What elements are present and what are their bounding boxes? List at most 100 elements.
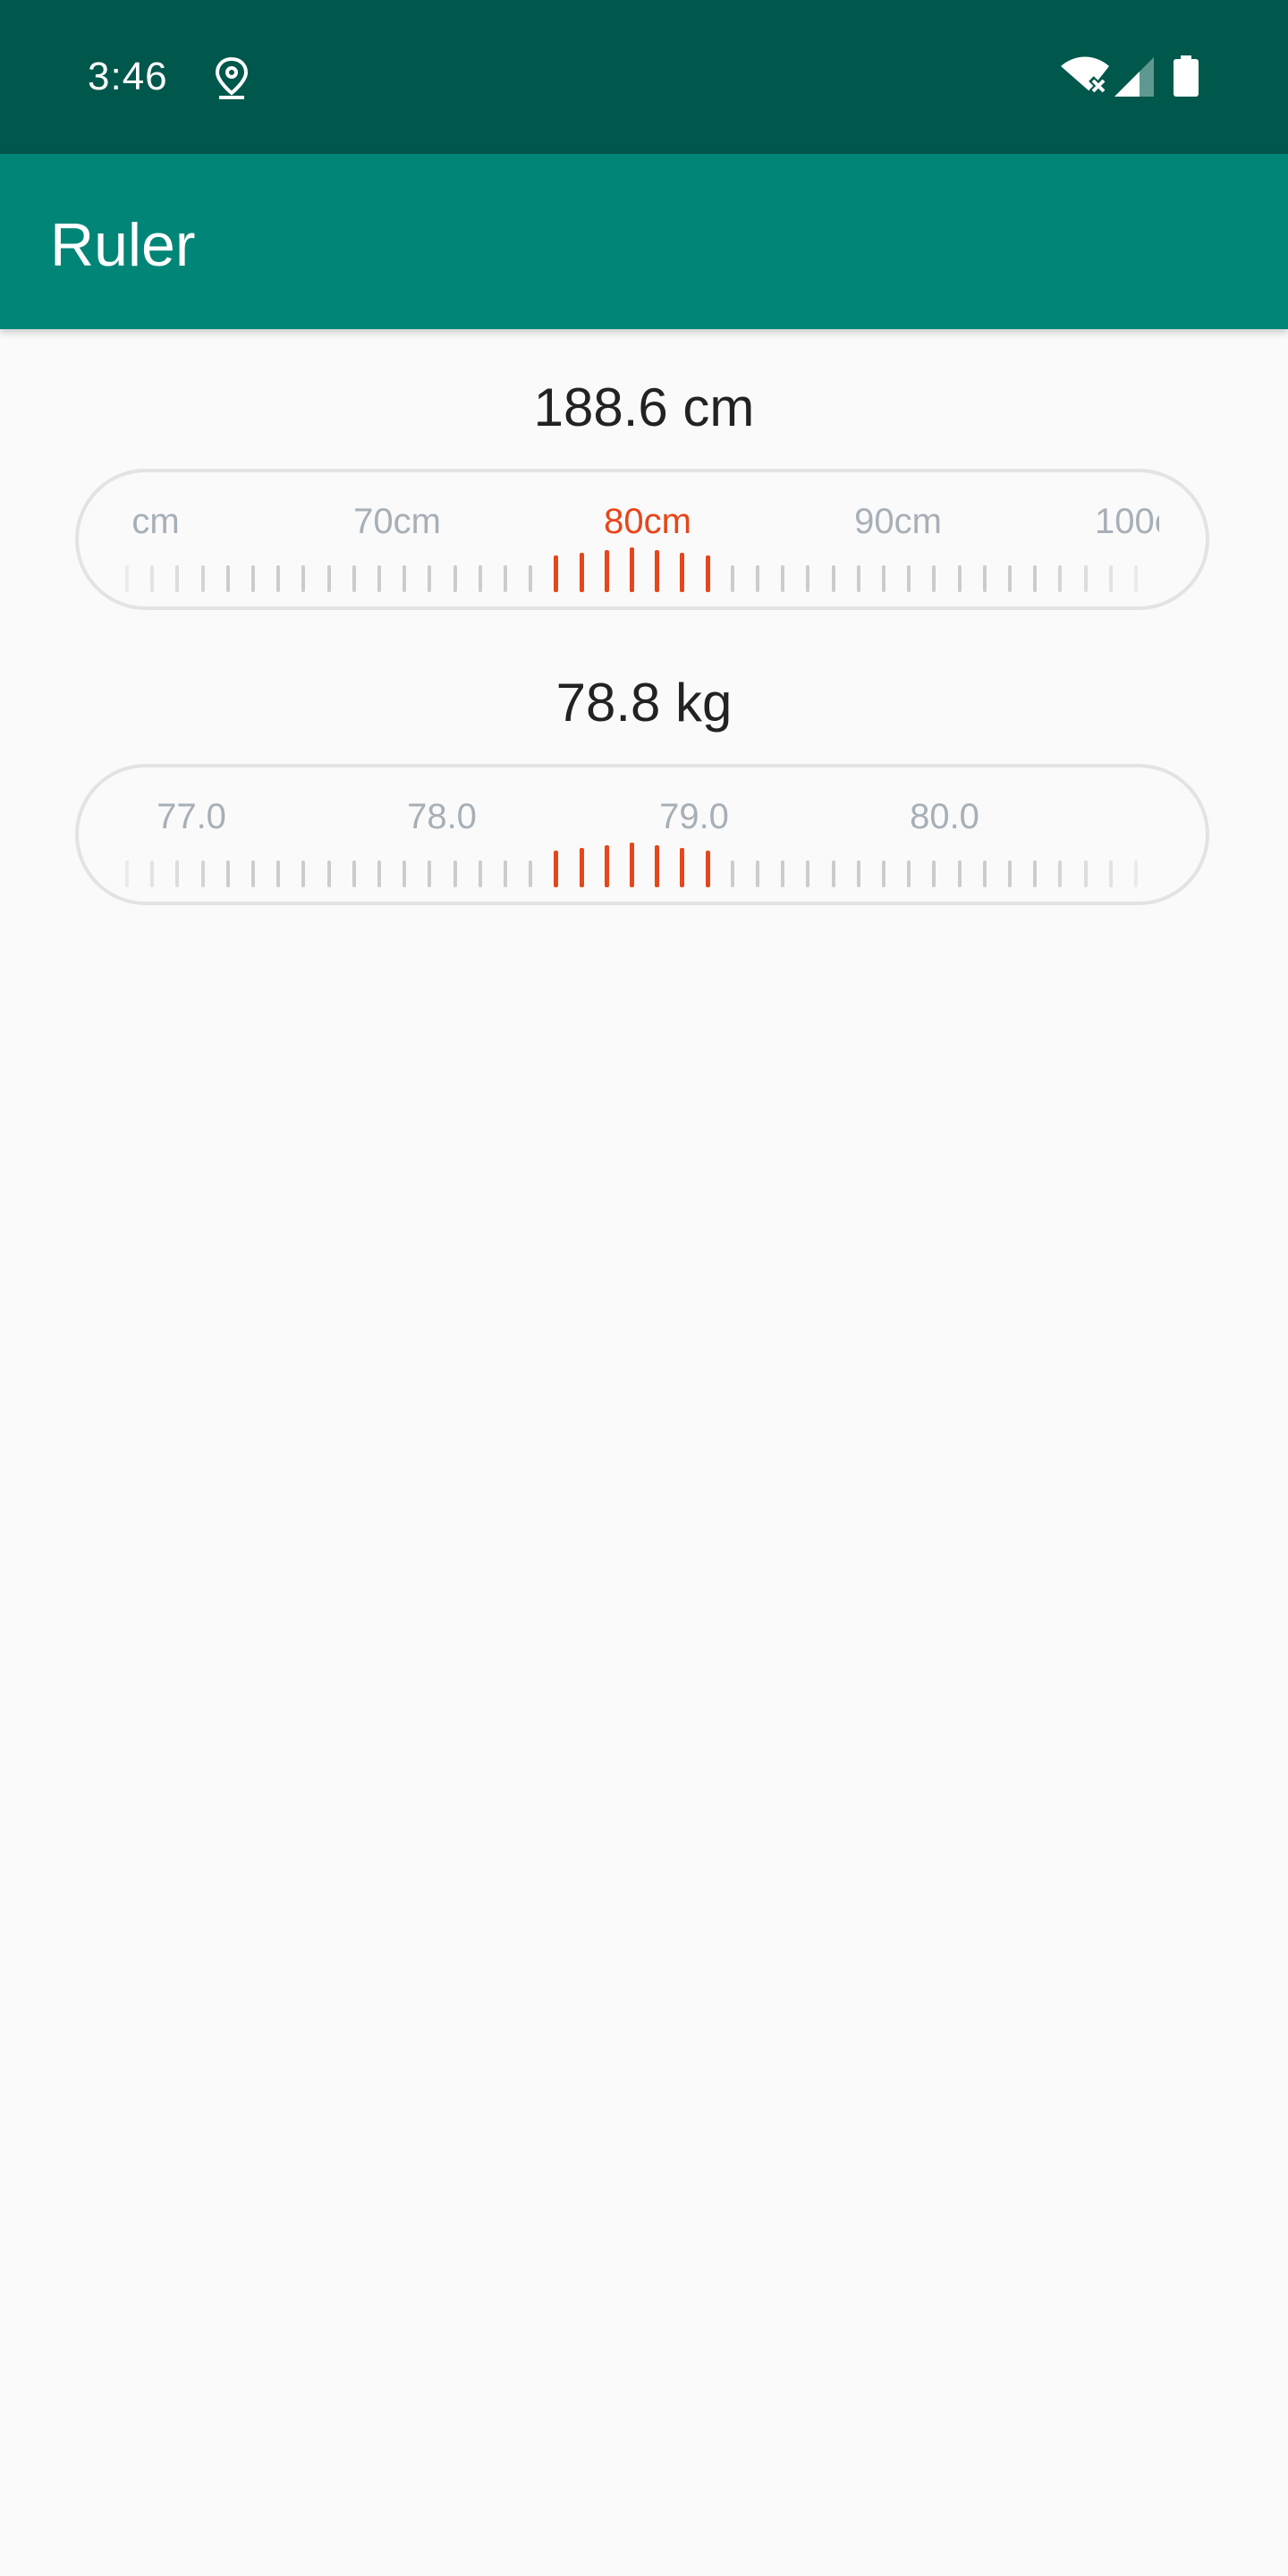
height-ruler-tick-active [680,553,685,592]
weight-ruler-tick [478,860,482,887]
weight-ruler-tick [428,860,432,887]
height-ruler-scale[interactable]: cm 70cm 80cm 90cm 100cm [125,472,1159,606]
weight-reading: 78.8 kg [555,673,733,733]
height-ruler-tick [504,565,507,592]
weight-ruler-tick [831,860,835,887]
height-ruler-tick [1108,565,1113,592]
weight-ruler-tick [225,860,230,887]
app-title: Ruler [50,211,196,279]
weight-ruler-tick [730,860,734,887]
weight-ruler-label: 79.0 [659,797,729,836]
weight-ruler-tick [377,860,381,887]
height-ruler-tick [150,565,155,592]
weight-ruler-tick [1134,860,1138,887]
height-ruler-tick [251,565,255,592]
weight-ruler-tick [276,860,281,887]
height-ruler-tick [1058,565,1063,592]
weight-ruler-tick [504,860,507,887]
height-ruler-label: 100cm [1094,502,1159,541]
weight-ruler-tick [352,860,356,887]
height-ruler-tick [301,565,306,592]
height-ruler-tick [326,565,331,592]
weight-ruler-tick [453,860,457,887]
weight-ruler-tick [200,860,205,887]
height-ruler-label: 70cm [353,502,441,541]
weight-ruler-tick-active [655,845,660,887]
height-ruler-tick [1083,565,1088,592]
weight-ruler[interactable]: 77.0 78.0 79.0 80.0 [75,764,1209,905]
height-ruler-tick-active [630,547,634,592]
height-ruler-tick [982,565,987,592]
height-ruler-tick [276,565,281,592]
weight-ruler-tick [326,860,331,887]
weight-ruler-tick [1058,860,1063,887]
location-icon [215,56,249,99]
weight-ruler-tick [125,860,129,887]
weight-ruler-tick-active [630,843,634,887]
app-bar: Ruler [0,154,1288,329]
height-ruler-tick [377,565,381,592]
weight-ruler-label: 77.0 [157,797,226,836]
cell-signal-icon [1114,57,1154,97]
weight-ruler-tick [1108,860,1113,887]
height-ruler-tick [1033,565,1038,592]
height-ruler-tick-active [655,550,660,592]
height-ruler-tick [907,565,911,592]
weight-ruler-tick [301,860,306,887]
height-ruler-tick-active [705,555,710,592]
height-ruler-tick [225,565,230,592]
weight-ruler-label: 80.0 [910,797,979,836]
weight-ruler-tick [982,860,987,887]
height-ruler-tick [957,565,962,592]
height-ruler-tick [125,565,129,592]
weight-ruler-tick [1008,860,1012,887]
height-ruler-tick [781,565,785,592]
weight-ruler-tick [882,860,886,887]
height-ruler-tick [200,565,205,592]
weight-ruler-tick [150,860,155,887]
weight-ruler-tick-active [604,845,609,887]
height-ruler-tick-active [579,553,584,592]
height-ruler-tick-active [604,550,609,592]
height-ruler-tick [175,565,180,592]
weight-ruler-tick [175,860,180,887]
height-ruler-tick [352,565,356,592]
weight-ruler-tick-active [554,851,559,887]
height-ruler-tick [529,565,533,592]
status-bar: 3:46 [0,0,1288,154]
height-ruler-tick [730,565,734,592]
weight-ruler-tick [907,860,911,887]
weight-ruler-tick [957,860,962,887]
height-ruler-tick [478,565,482,592]
weight-ruler-tick [529,860,533,887]
height-reading: 188.6 cm [533,377,755,437]
weight-ruler-tick [856,860,860,887]
weight-ruler-scale[interactable]: 77.0 78.0 79.0 80.0 [125,767,1159,902]
weight-ruler-tick-active [680,848,685,887]
height-ruler-tick [756,565,759,592]
weight-ruler-tick-active [705,851,710,887]
height-ruler-tick [453,565,457,592]
height-ruler-label: 90cm [854,502,942,541]
weight-ruler-label: 78.0 [407,797,477,836]
weight-ruler-tick [806,860,810,887]
battery-icon [1174,55,1199,97]
wifi-off-icon [1061,56,1109,96]
height-ruler-tick [402,565,407,592]
height-ruler-tick [882,565,886,592]
height-ruler-tick [1134,565,1138,592]
weight-ruler-tick [1033,860,1038,887]
height-ruler[interactable]: cm 70cm 80cm 90cm 100cm [75,469,1209,610]
status-time: 3:46 [88,55,168,98]
weight-ruler-tick [932,860,936,887]
height-ruler-tick-active [554,555,559,592]
weight-ruler-tick [1083,860,1088,887]
weight-ruler-tick [781,860,785,887]
weight-ruler-tick [402,860,407,887]
weight-ruler-tick [756,860,759,887]
height-ruler-tick [932,565,936,592]
height-ruler-tick [856,565,860,592]
height-ruler-tick [428,565,432,592]
height-ruler-label: cm [131,502,180,541]
height-ruler-tick [806,565,810,592]
